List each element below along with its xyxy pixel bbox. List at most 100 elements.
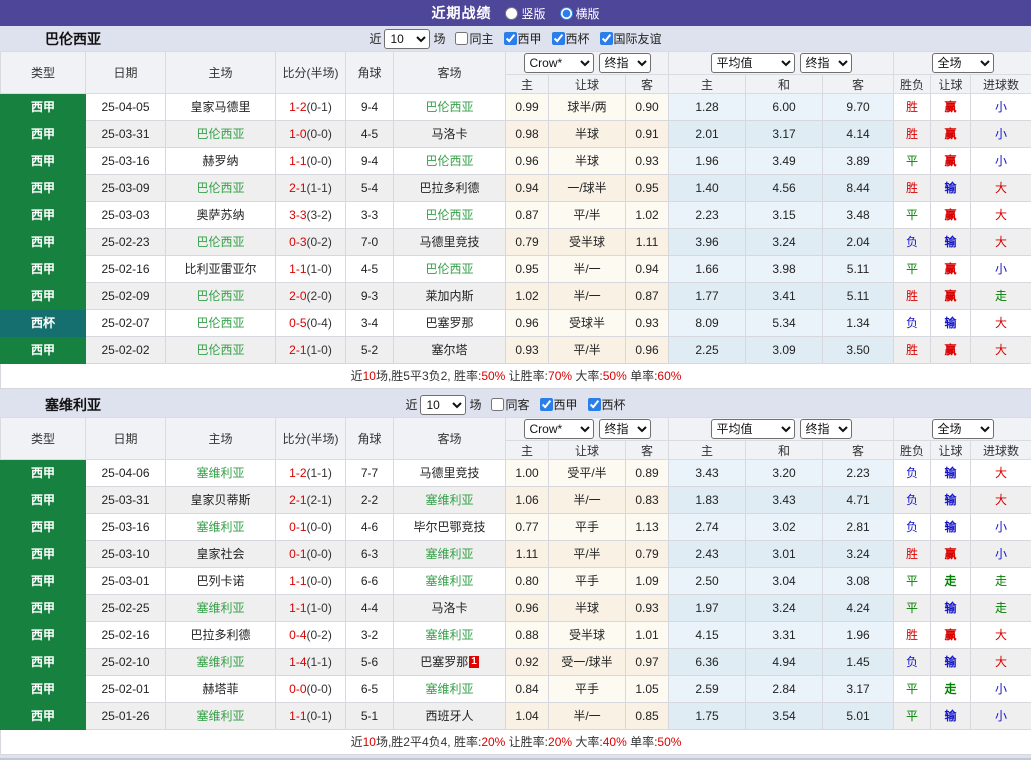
filter-checkbox[interactable] [588, 398, 601, 411]
match-count-select[interactable]: 10 [384, 29, 430, 49]
column-header: 比分(半场) [276, 418, 346, 460]
away-team-cell[interactable]: 巴塞罗那1 [394, 649, 506, 676]
away-team-cell[interactable]: 巴塞罗那 [394, 310, 506, 337]
crow-away-odds-cell: 0.79 [626, 541, 669, 568]
bookmaker-select[interactable]: Crow* [524, 419, 594, 439]
horizontal-layout-radio[interactable] [560, 7, 573, 20]
filter-checkbox-option[interactable]: 同主 [448, 30, 493, 47]
average-select[interactable]: 平均值 [711, 419, 795, 439]
goals-result-cell: 大 [971, 310, 1031, 337]
away-team-cell[interactable]: 塞维利亚 [394, 568, 506, 595]
home-team-cell[interactable]: 塞维利亚 [166, 460, 276, 487]
horizontal-layout-option[interactable]: 横版 [552, 5, 600, 22]
vertical-layout-option[interactable]: 竖版 [497, 5, 545, 22]
fulltime-score: 1-0 [289, 127, 306, 141]
filter-checkbox-option[interactable]: 西杯 [545, 30, 590, 47]
filter-checkbox[interactable] [540, 398, 553, 411]
away-team-cell[interactable]: 塞尔塔 [394, 337, 506, 364]
handicap-cell: 平手 [549, 568, 626, 595]
home-team-cell[interactable]: 巴伦西亚 [166, 283, 276, 310]
date-cell: 25-02-23 [86, 229, 166, 256]
away-team-cell[interactable]: 莱加内斯 [394, 283, 506, 310]
home-team-cell[interactable]: 塞维利亚 [166, 703, 276, 730]
page-title: 近期战绩 [431, 3, 491, 23]
filter-checkbox-option[interactable]: 西杯 [581, 396, 626, 413]
scope-select[interactable]: 全场 [932, 419, 994, 439]
filter-checkbox-option[interactable]: 西甲 [497, 30, 542, 47]
home-team-cell[interactable]: 巴列卡诺 [166, 568, 276, 595]
home-team-cell[interactable]: 皇家马德里 [166, 94, 276, 121]
avg-home-odds-cell: 1.77 [669, 283, 746, 310]
table-row: 西甲25-02-10塞维利亚1-4(1-1)5-6巴塞罗那10.92受一/球半0… [1, 649, 1031, 676]
avg-draw-odds-cell: 3.17 [746, 121, 823, 148]
filter-checkbox-option[interactable]: 国际友谊 [593, 30, 662, 47]
home-team-cell[interactable]: 皇家社会 [166, 541, 276, 568]
avg-draw-odds-cell: 3.98 [746, 256, 823, 283]
crow-away-odds-cell: 1.11 [626, 229, 669, 256]
filter-suffix-label: 场 [469, 396, 481, 413]
away-team-cell[interactable]: 巴拉多利德 [394, 175, 506, 202]
away-team-cell[interactable]: 毕尔巴鄂竞技 [394, 514, 506, 541]
scope-select[interactable]: 全场 [932, 53, 994, 73]
avg-draw-odds-cell: 3.24 [746, 229, 823, 256]
home-team-cell[interactable]: 塞维利亚 [166, 595, 276, 622]
crow-away-odds-cell: 0.85 [626, 703, 669, 730]
average-stage-select[interactable]: 终指 [800, 53, 852, 73]
odds-stage-select[interactable]: 终指 [599, 53, 651, 73]
filter-checkbox[interactable] [455, 32, 468, 45]
home-team-cell[interactable]: 皇家贝蒂斯 [166, 487, 276, 514]
home-team-cell[interactable]: 赫塔菲 [166, 676, 276, 703]
filter-checkbox-option[interactable]: 同客 [484, 396, 529, 413]
away-team-cell[interactable]: 巴伦西亚 [394, 94, 506, 121]
filter-checkbox[interactable] [504, 32, 517, 45]
away-team-name: 西班牙人 [425, 709, 473, 723]
away-team-cell[interactable]: 马洛卡 [394, 595, 506, 622]
away-team-cell[interactable]: 巴伦西亚 [394, 202, 506, 229]
away-team-cell[interactable]: 塞维利亚 [394, 541, 506, 568]
match-count-select[interactable]: 10 [420, 395, 466, 415]
filter-checkbox-option[interactable]: 西甲 [533, 396, 578, 413]
away-team-cell[interactable]: 马洛卡 [394, 121, 506, 148]
away-team-cell[interactable]: 塞维利亚 [394, 676, 506, 703]
home-team-cell[interactable]: 塞维利亚 [166, 514, 276, 541]
avg-draw-odds-cell: 3.20 [746, 460, 823, 487]
filter-checkbox[interactable] [600, 32, 613, 45]
avg-draw-odds-cell: 3.01 [746, 541, 823, 568]
date-cell: 25-04-05 [86, 94, 166, 121]
home-team-cell[interactable]: 巴伦西亚 [166, 229, 276, 256]
away-team-cell[interactable]: 巴伦西亚 [394, 148, 506, 175]
avg-away-odds-cell: 4.14 [823, 121, 894, 148]
home-team-cell[interactable]: 巴伦西亚 [166, 310, 276, 337]
league-badge-cell: 西甲 [1, 460, 86, 487]
away-team-cell[interactable]: 马德里竞技 [394, 229, 506, 256]
odds-stage-select[interactable]: 终指 [599, 419, 651, 439]
score-cell: 2-0(2-0) [276, 283, 346, 310]
bookmaker-select[interactable]: Crow* [524, 53, 594, 73]
home-team-cell[interactable]: 比利亚雷亚尔 [166, 256, 276, 283]
away-team-cell[interactable]: 马德里竞技 [394, 460, 506, 487]
handicap-cell: 受球半 [549, 310, 626, 337]
crow-away-odds-cell: 0.87 [626, 283, 669, 310]
away-team-cell[interactable]: 西班牙人 [394, 703, 506, 730]
away-team-cell[interactable]: 塞维利亚 [394, 487, 506, 514]
home-team-cell[interactable]: 巴伦西亚 [166, 175, 276, 202]
average-stage-select[interactable]: 终指 [800, 419, 852, 439]
column-header: 角球 [346, 52, 394, 94]
table-head: 类型日期主场比分(半场)角球客场Crow*终指平均值终指全场主让球客主和客胜负让… [1, 52, 1031, 94]
vertical-layout-radio[interactable] [505, 7, 518, 20]
home-team-cell[interactable]: 奥萨苏纳 [166, 202, 276, 229]
home-team-cell[interactable]: 巴拉多利德 [166, 622, 276, 649]
filter-checkbox[interactable] [491, 398, 504, 411]
handicap-result-cell: 输 [931, 487, 971, 514]
filter-checkbox[interactable] [552, 32, 565, 45]
home-team-cell[interactable]: 赫罗纳 [166, 148, 276, 175]
score-cell: 1-2(1-1) [276, 460, 346, 487]
home-team-cell[interactable]: 巴伦西亚 [166, 337, 276, 364]
average-select[interactable]: 平均值 [711, 53, 795, 73]
home-team-cell[interactable]: 塞维利亚 [166, 649, 276, 676]
home-team-cell[interactable]: 巴伦西亚 [166, 121, 276, 148]
away-team-cell[interactable]: 塞维利亚 [394, 622, 506, 649]
away-team-cell[interactable]: 巴伦西亚 [394, 256, 506, 283]
subcolumn-header: 胜负 [894, 75, 931, 94]
crow-away-odds-cell: 0.91 [626, 121, 669, 148]
